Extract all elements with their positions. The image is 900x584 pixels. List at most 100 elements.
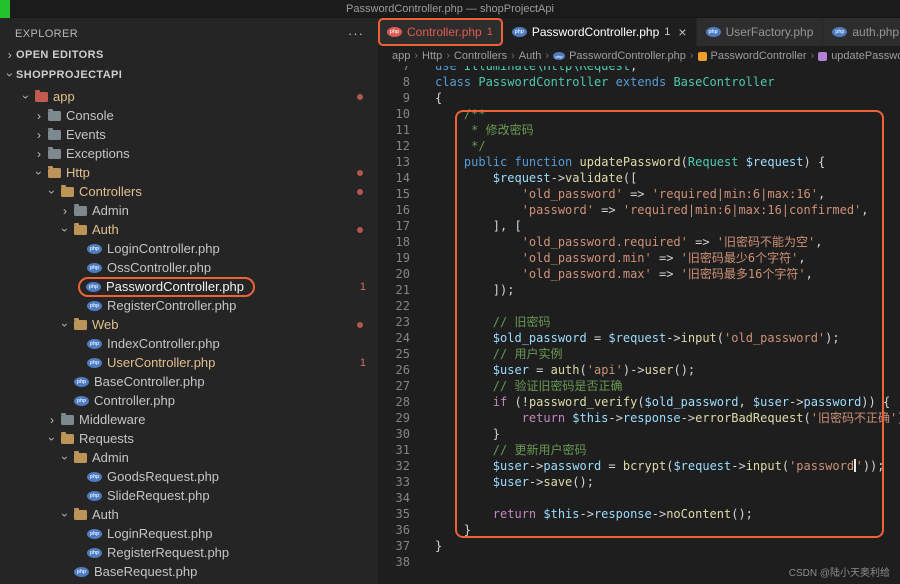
code-line-34[interactable] [435,490,900,506]
code-token: 'password [789,459,854,473]
line-number: 31 [378,442,410,458]
code-line-36[interactable]: } [435,522,900,538]
code-line-22[interactable] [435,298,900,314]
tree-item-http[interactable]: ›Http [0,163,378,182]
code-token [435,363,493,377]
tree-item-exceptions[interactable]: ›Exceptions [0,144,378,163]
tree-item-console[interactable]: ›Console [0,106,378,125]
code-line-30[interactable]: } [435,426,900,442]
code-line-26[interactable]: $user = auth('api')->user(); [435,362,900,378]
code-line-20[interactable]: 'old_password.max' => '旧密码最多16个字符', [435,266,900,282]
code-line-19[interactable]: 'old_password.min' => '旧密码最少6个字符', [435,250,900,266]
more-actions-icon[interactable]: ··· [348,26,364,41]
breadcrumb-item-http[interactable]: Http [422,50,442,62]
code-token: ( [717,331,724,345]
tree-item-content: BaseRequest.php [74,564,197,579]
tree-item-admin[interactable]: ›Admin [0,201,378,220]
line-number: 11 [378,122,410,138]
tree-item-controller[interactable]: Controller.php [0,391,378,410]
code-token: response [623,411,681,425]
tab-controller[interactable]: Controller.php1 [378,18,503,46]
code-line-15[interactable]: 'old_password' => 'required|min:6|max:16… [435,186,900,202]
tree-item-web[interactable]: ›Web [0,315,378,334]
project-section[interactable]: › SHOPPROJECTAPI [0,65,378,85]
code-line-17[interactable]: ], [ [435,218,900,234]
open-editors-label: OPEN EDITORS [16,49,104,61]
tree-item-baserequest[interactable]: BaseRequest.php [0,562,378,581]
tree-item-registerrequest[interactable]: RegisterRequest.php [0,543,378,562]
code-token: } [435,427,500,441]
code-token: return [522,411,573,425]
tree-item-content: LoginController.php [87,241,220,256]
tree-item-requests[interactable]: ›Requests [0,429,378,448]
tree-item-auth[interactable]: ›Auth [0,220,378,239]
code-token: ( [580,363,587,377]
tree-item-loginrequest[interactable]: LoginRequest.php [0,524,378,543]
code-line-13[interactable]: public function updatePassword(Request $… [435,154,900,170]
code-line-32[interactable]: $user->password = bcrypt($request->input… [435,458,900,474]
code-line-27[interactable]: // 验证旧密码是否正确 [435,378,900,394]
tree-item-events[interactable]: ›Events [0,125,378,144]
code-token [435,411,522,425]
code-line-33[interactable]: $user->save(); [435,474,900,490]
code-line-16[interactable]: 'password' => 'required|min:6|max:16|con… [435,202,900,218]
breadcrumb-item-app[interactable]: app [392,50,410,62]
tree-item-osscontroller[interactable]: OssController.php [0,258,378,277]
code-line-37[interactable]: } [435,538,900,554]
tree-item-auth[interactable]: ›Auth [0,505,378,524]
tree-item-indexcontroller[interactable]: IndexController.php [0,334,378,353]
php-file-icon [387,27,402,37]
tree-item-goodsrequest[interactable]: GoodsRequest.php [0,467,378,486]
tab-badge: 1 [487,26,493,38]
folder-icon [74,320,87,330]
tree-item-logincontroller[interactable]: LoginController.php [0,239,378,258]
php-file-icon [87,301,102,311]
code-line-9[interactable]: { [435,90,900,106]
code-line-10[interactable]: /** [435,106,900,122]
code-line-23[interactable]: // 旧密码 [435,314,900,330]
code-line-14[interactable]: $request->validate([ [435,170,900,186]
code-line-21[interactable]: ]); [435,282,900,298]
open-editors-section[interactable]: › OPEN EDITORS [0,45,378,65]
tree-item-registercontroller[interactable]: RegisterController.php [0,296,378,315]
code-line-35[interactable]: return $this->response->noContent(); [435,506,900,522]
tab-passwordcontroller[interactable]: PasswordController.php1× [503,18,697,46]
tree-item-label: Events [66,127,106,142]
code-line-25[interactable]: // 用户实例 [435,346,900,362]
tree-item-sliderequest[interactable]: SlideRequest.php [0,486,378,505]
code-line-24[interactable]: $old_password = $request->input('old_pas… [435,330,900,346]
code-token: /** [435,107,486,121]
code-token: // 用户实例 [435,347,562,361]
code-line-31[interactable]: // 更新用户密码 [435,442,900,458]
breadcrumb-item-updatepassword[interactable]: updatePassword [818,50,900,62]
code-line-12[interactable]: */ [435,138,900,154]
breadcrumb-item-passwordcontroller[interactable]: PasswordController [698,50,807,62]
breadcrumb-item-passwordcontroller.php[interactable]: PasswordController.php [553,50,686,62]
tree-item-app[interactable]: ›app [0,87,378,106]
code-line-29[interactable]: return $this->response->errorBadRequest(… [435,410,900,426]
tree-item-usercontroller[interactable]: UserController.php1 [0,353,378,372]
tree-item-middleware[interactable]: ›Middleware [0,410,378,429]
tree-item-label: BaseController.php [94,374,205,389]
tree-item-passwordcontroller[interactable]: PasswordController.php1 [0,277,378,296]
breadcrumb-label: Auth [519,50,542,62]
code-token: (); [673,363,695,377]
tree-item-content: Middleware [61,412,145,427]
tab-auth[interactable]: auth.php [823,18,900,46]
code-token: noContent [666,507,731,521]
code-token: validate [565,171,623,185]
code-line-8[interactable]: class PasswordController extends BaseCon… [435,74,900,90]
code-editor[interactable]: 7891011121314151617181920212223242526272… [378,58,900,584]
breadcrumb-item-auth[interactable]: Auth [519,50,542,62]
code-line-28[interactable]: if (!password_verify($old_password, $use… [435,394,900,410]
tree-item-controllers[interactable]: ›Controllers [0,182,378,201]
code-line-11[interactable]: * 修改密码 [435,122,900,138]
code-line-18[interactable]: 'old_password.required' => '旧密码不能为空', [435,234,900,250]
tab-userfactory[interactable]: UserFactory.php [697,18,824,46]
close-icon[interactable]: × [678,24,686,40]
tree-item-admin[interactable]: ›Admin [0,448,378,467]
folder-icon [74,225,87,235]
folder-icon [48,130,61,140]
tree-item-basecontroller[interactable]: BaseController.php [0,372,378,391]
breadcrumb-item-controllers[interactable]: Controllers [454,50,507,62]
